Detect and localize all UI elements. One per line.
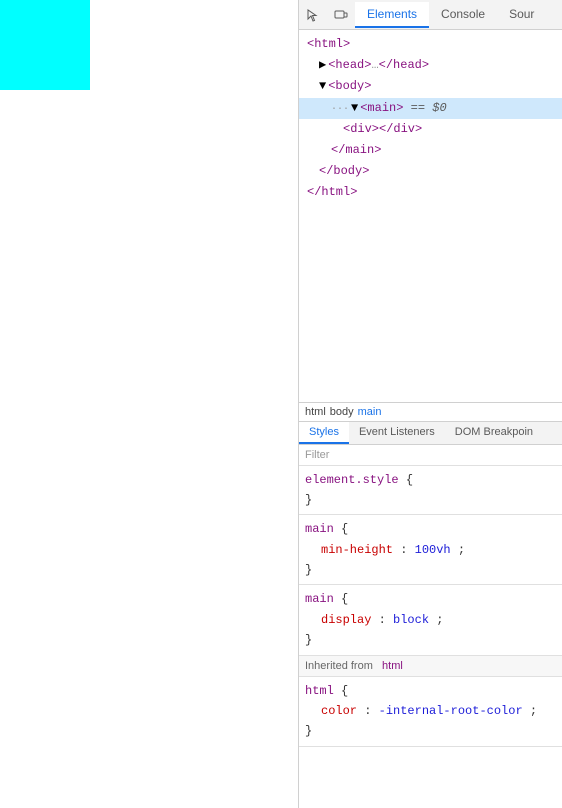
breadcrumb-main[interactable]: main [358,406,382,418]
styles-panel: Filter element.style { } main { min-heig… [299,445,562,808]
subtab-dom-breakpoints[interactable]: DOM Breakpoin [445,422,543,444]
filter-label: Filter [305,449,329,461]
rule-main-prop-minheight: min-height : 100vh ; [305,540,556,560]
tab-elements[interactable]: Elements [355,2,429,28]
rule-main-close-1: } [305,560,556,580]
breadcrumb-html[interactable]: html [305,406,326,418]
rule-main-selector-2: main { [305,589,556,609]
rule-html-selector: html { [305,681,556,701]
tag-html-close: </html> [307,183,357,202]
inherited-from-label: Inherited from [305,660,373,672]
cursor-icon[interactable] [299,1,327,29]
devtools-panel: Elements Console Sour <html> ▶ <head> … … [298,0,562,808]
tree-body-close[interactable]: </body> [299,161,562,182]
rule-main-selector-1: main { [305,519,556,539]
tag-head-close: </head> [379,56,429,75]
devtools-toolbar: Elements Console Sour [299,0,562,30]
tag-div: <div></div> [343,120,422,139]
expand-head-icon: ▶ [319,56,326,75]
tree-head[interactable]: ▶ <head> … </head> [299,55,562,76]
tag-body: <body> [328,77,371,96]
breadcrumb: html body main [299,402,562,422]
tag-main: <main> [360,99,403,118]
subtab-event-listeners[interactable]: Event Listeners [349,422,445,444]
webpage-preview [0,0,298,808]
tree-html[interactable]: <html> [299,34,562,55]
elements-tree: <html> ▶ <head> … </head> ▼ <body> ... ▼… [299,30,562,402]
tree-html-close[interactable]: </html> [299,182,562,203]
rule-element-close: } [305,490,556,510]
tag-body-close: </body> [319,162,369,181]
inherited-from-bar: Inherited from html [299,656,562,677]
tag-html: <html> [307,35,350,54]
style-rule-main-display: main { display : block ; } [299,585,562,655]
tag-main-close: </main> [331,141,381,160]
tree-body[interactable]: ▼ <body> [299,76,562,97]
breadcrumb-body[interactable]: body [330,406,354,418]
style-rule-html-color: html { color : -internal-root-color ; } [299,677,562,747]
dots-indicator: ... [331,100,349,116]
device-icon[interactable] [327,1,355,29]
style-rule-element: element.style { } [299,466,562,516]
cyan-box [0,0,90,90]
head-dots: … [371,56,378,75]
inherited-tag: html [382,660,403,672]
tree-main[interactable]: ... ▼ <main> == $0 [299,98,562,119]
rule-html-prop-color: color : -internal-root-color ; [305,701,556,721]
sub-tabs: Styles Event Listeners DOM Breakpoin [299,422,562,445]
tab-console[interactable]: Console [429,2,497,28]
style-rule-main-minheight: main { min-height : 100vh ; } [299,515,562,585]
tree-div[interactable]: <div></div> [299,119,562,140]
expand-body-icon: ▼ [319,77,326,96]
expand-main-icon: ▼ [351,99,358,118]
rule-main-close-2: } [305,630,556,650]
devtools-main-tabs: Elements Console Sour [355,2,562,28]
rule-element-selector: element.style { [305,470,556,490]
subtab-styles[interactable]: Styles [299,422,349,444]
rule-main-prop-display: display : block ; [305,610,556,630]
rule-html-close: } [305,721,556,741]
selected-marker: == $0 [403,99,446,118]
tag-head: <head> [328,56,371,75]
filter-bar: Filter [299,445,562,466]
tab-sources[interactable]: Sour [497,2,546,28]
tree-main-close[interactable]: </main> [299,140,562,161]
